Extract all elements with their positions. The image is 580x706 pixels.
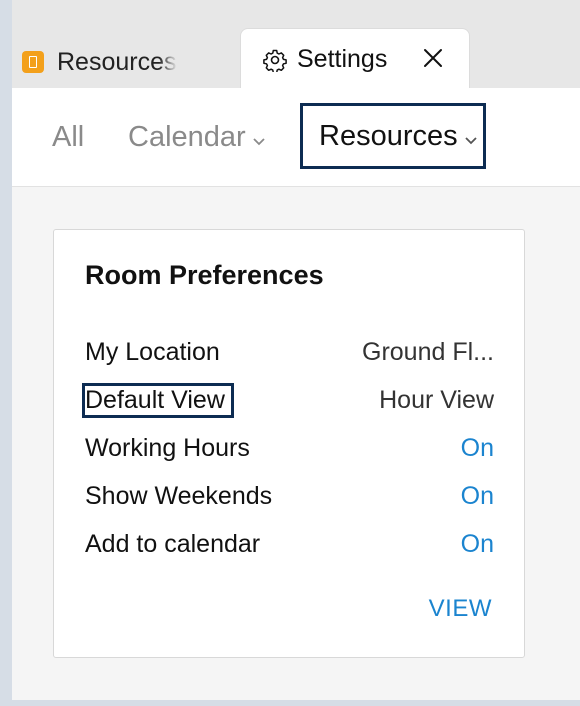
pref-row-add-to-calendar[interactable]: Add to calendar On bbox=[85, 527, 494, 561]
nav-calendar-dropdown[interactable]: Calendar bbox=[128, 88, 265, 186]
pref-label: My Location bbox=[85, 337, 220, 366]
nav-all[interactable]: All bbox=[52, 88, 84, 186]
view-link[interactable]: VIEW bbox=[429, 595, 492, 623]
pref-row-working-hours[interactable]: Working Hours On bbox=[85, 431, 494, 465]
chevron-down-icon bbox=[253, 138, 265, 146]
tab-settings[interactable]: Settings bbox=[240, 28, 470, 90]
pref-label: Add to calendar bbox=[85, 529, 261, 558]
pref-row-my-location[interactable]: My Location Ground Fl... bbox=[85, 335, 494, 369]
room-preferences-card: Room Preferences My Location Ground Fl..… bbox=[53, 229, 525, 658]
nav-resources-dropdown[interactable]: Resources bbox=[300, 103, 486, 169]
gear-icon bbox=[263, 49, 287, 72]
pref-toggle-value[interactable]: On bbox=[461, 434, 494, 463]
pref-label: Default View bbox=[82, 382, 234, 418]
resource-icon bbox=[22, 51, 44, 73]
pref-row-default-view[interactable]: Default View Hour View bbox=[82, 382, 494, 418]
pref-toggle-value[interactable]: On bbox=[461, 530, 494, 559]
pref-toggle-value[interactable]: On bbox=[461, 482, 494, 511]
pref-value: Ground Fl... bbox=[362, 337, 494, 366]
pref-row-show-weekends[interactable]: Show Weekends On bbox=[85, 479, 494, 513]
nav-calendar-label: Calendar bbox=[128, 120, 246, 153]
chevron-down-icon bbox=[464, 137, 477, 145]
nav-all-label: All bbox=[52, 120, 85, 153]
tab-resources[interactable]: Resources bbox=[22, 36, 177, 88]
tab-resources-label: Resources bbox=[57, 47, 177, 76]
pref-value: Hour View bbox=[379, 385, 494, 414]
tab-settings-label: Settings bbox=[297, 45, 388, 73]
pref-label: Show Weekends bbox=[85, 481, 273, 510]
pref-label: Working Hours bbox=[85, 433, 250, 462]
resource-filter-bar: All Calendar Resources bbox=[12, 88, 580, 187]
close-icon[interactable] bbox=[421, 46, 445, 70]
card-title: Room Preferences bbox=[85, 260, 324, 290]
nav-resources-label: Resources bbox=[319, 119, 458, 152]
